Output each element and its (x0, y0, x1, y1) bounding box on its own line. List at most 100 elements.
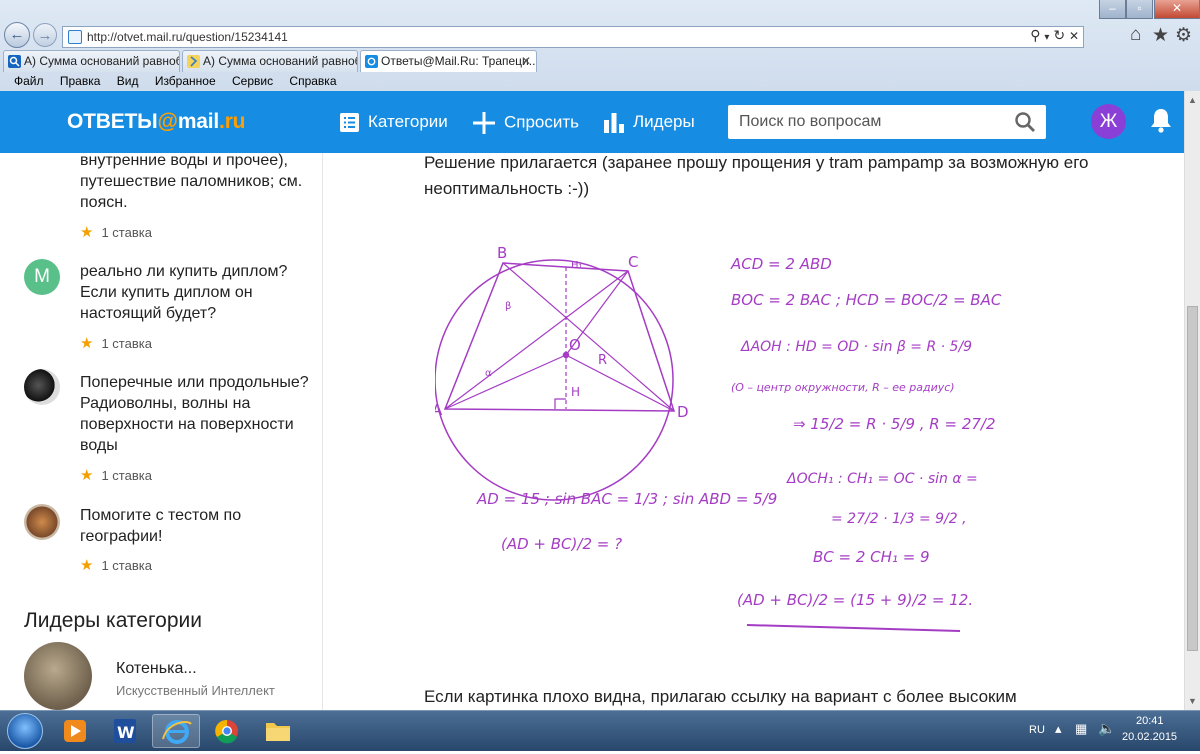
stakes-label: 1 ставка (101, 468, 152, 483)
word-icon: W (114, 719, 136, 743)
search-icon[interactable]: ⚲ (1030, 27, 1040, 43)
tab-2[interactable]: А) Сумма оснований равноб... (182, 50, 358, 72)
tray-arrow-icon[interactable]: ▴ (1055, 721, 1062, 737)
scrollbar-thumb[interactable] (1187, 306, 1198, 651)
stakes-count: ★ 1 ставка (80, 556, 152, 574)
page-scrollbar[interactable]: ▲ ▼ (1184, 91, 1200, 710)
svg-text:W: W (117, 723, 135, 742)
nav-ask-label: Спросить (504, 112, 580, 132)
nav-categories-label: Категории (368, 112, 448, 131)
tab-label: А) Сумма оснований равноб... (24, 54, 180, 68)
media-player-icon (64, 720, 86, 742)
leader-status: Искусственный Интеллект (116, 683, 275, 698)
search-icon[interactable] (1014, 111, 1036, 133)
taskbar-media-player[interactable] (50, 714, 98, 748)
forward-button[interactable]: → (33, 23, 57, 47)
minimize-button[interactable]: – (1099, 0, 1126, 19)
list-icon (340, 113, 359, 133)
maximize-button[interactable]: ▫ (1126, 0, 1153, 19)
nav-leaders[interactable]: Лидеры (604, 112, 695, 133)
browser-chrome: – ▫ ✕ ← → http://otvet.mail.ru/question/… (0, 0, 1200, 92)
question-line: (AD + BC)/2 = ? (501, 535, 622, 553)
label-r: R (598, 353, 607, 368)
nav-ask[interactable]: Спросить (473, 112, 579, 134)
logo-ru: ru (224, 110, 246, 133)
label-h: H (571, 385, 580, 399)
tab-3-active[interactable]: Ответы@Mail.Ru: Трапеци... ✕ (360, 50, 537, 72)
formula-line: ΔOCH₁ : CH₁ = OC · sin α = (786, 471, 978, 487)
site-favicon-icon (68, 30, 82, 44)
avatar[interactable] (24, 504, 60, 540)
formula-line: BOC = 2 BAC ; HCD = BOC/2 = BAC (731, 291, 1002, 309)
sidebar: внутренние воды и прочее), путешествие п… (0, 153, 323, 710)
formula-line: ⇒ 15/2 = R · 5/9 , R = 27/2 (793, 415, 996, 433)
logo-text: ОТВЕТЫ (67, 110, 158, 133)
chrome-icon (215, 719, 238, 744)
leader-avatar[interactable] (24, 642, 92, 710)
menu-help[interactable]: Справка (289, 74, 336, 88)
leader-name[interactable]: Котенька... (116, 660, 197, 678)
label-d: D (677, 403, 689, 421)
label-h1: H₁ (571, 260, 583, 271)
volume-icon[interactable]: 🔈 (1098, 720, 1115, 737)
favorites-star-icon[interactable]: ★ (1152, 24, 1169, 47)
address-bar[interactable]: http://otvet.mail.ru/question/15234141 ⚲… (62, 26, 1084, 48)
stakes-count: ★ 1 ставка (80, 466, 152, 484)
trapezoid (443, 262, 676, 412)
question-link[interactable]: Поперечные или продольные? Радиоволны, в… (80, 372, 310, 456)
tab-1[interactable]: А) Сумма оснований равноб... (3, 50, 180, 72)
menu-tools[interactable]: Сервис (232, 74, 273, 88)
tab-label: А) Сумма оснований равноб... (203, 54, 358, 68)
gear-icon[interactable]: ⚙ (1175, 24, 1192, 47)
refresh-icon[interactable]: ↻ (1053, 27, 1065, 43)
star-icon: ★ (80, 224, 94, 241)
stakes-count: ★ 1 ставка (80, 223, 152, 241)
menu-file[interactable]: Файл (14, 74, 44, 88)
nav-categories[interactable]: Категории (340, 112, 448, 133)
address-tools: ⚲ ▾ ↻ ✕ (1030, 27, 1079, 44)
network-icon[interactable]: ▦ (1075, 721, 1087, 737)
avatar[interactable]: М (24, 259, 60, 295)
taskbar-word[interactable]: W (101, 714, 149, 748)
question-link[interactable]: внутренние воды и прочее), путешествие п… (80, 153, 310, 213)
search-box[interactable]: Поиск по вопросам (728, 105, 1046, 139)
chevron-down-icon[interactable]: ▾ (1044, 32, 1049, 43)
scroll-down-icon[interactable]: ▼ (1188, 696, 1197, 706)
menu-favorites[interactable]: Избранное (155, 74, 216, 88)
taskbar-ie[interactable] (152, 714, 200, 748)
avatar[interactable] (24, 369, 60, 405)
folder-icon (266, 723, 290, 741)
windows-taskbar: W RU ▴ ▦ 🔈 20:41 20.02.2015 (0, 710, 1200, 751)
center-point (562, 351, 570, 359)
stakes-label: 1 ставка (101, 558, 152, 573)
formula-line: (AD + BC)/2 = (15 + 9)/2 = 12. (737, 591, 973, 609)
close-tab-icon[interactable]: ✕ (521, 54, 531, 68)
internet-explorer-icon (162, 720, 192, 744)
main-content: Решение прилагается (заранее прошу проще… (323, 153, 1184, 710)
clock-time[interactable]: 20:41 (1136, 715, 1164, 727)
menu-bar: Файл Правка Вид Избранное Сервис Справка (0, 72, 1200, 91)
close-window-button[interactable]: ✕ (1154, 0, 1200, 19)
star-icon: ★ (80, 335, 94, 352)
language-indicator[interactable]: RU (1029, 724, 1045, 736)
taskbar-explorer[interactable] (254, 714, 302, 748)
solution-image: B C A D O H H₁ R β α ACD = 2 ABD BOC = 2… (435, 244, 1002, 632)
clock-date[interactable]: 20.02.2015 (1122, 731, 1177, 743)
question-link[interactable]: реально ли купить диплом? Если купить ди… (80, 261, 310, 324)
stakes-label: 1 ставка (101, 225, 152, 240)
user-avatar[interactable]: Ж (1091, 104, 1126, 139)
leaders-category-title: Лидеры категории (24, 609, 202, 632)
menu-edit[interactable]: Правка (60, 74, 101, 88)
home-icon[interactable]: ⌂ (1130, 24, 1141, 46)
final-underline (746, 624, 961, 632)
back-button[interactable]: ← (4, 22, 30, 48)
scroll-up-icon[interactable]: ▲ (1188, 95, 1197, 105)
question-link[interactable]: Помогите с тестом по географии! (80, 505, 310, 547)
start-button[interactable] (7, 713, 43, 749)
bell-icon[interactable] (1150, 107, 1172, 133)
stop-icon[interactable]: ✕ (1069, 29, 1079, 43)
site-logo[interactable]: ОТВЕТЫ@mail.ru (67, 110, 245, 134)
formula-line: = 27/2 · 1/3 = 9/2 , (831, 511, 967, 527)
taskbar-chrome[interactable] (203, 714, 251, 748)
menu-view[interactable]: Вид (117, 74, 139, 88)
